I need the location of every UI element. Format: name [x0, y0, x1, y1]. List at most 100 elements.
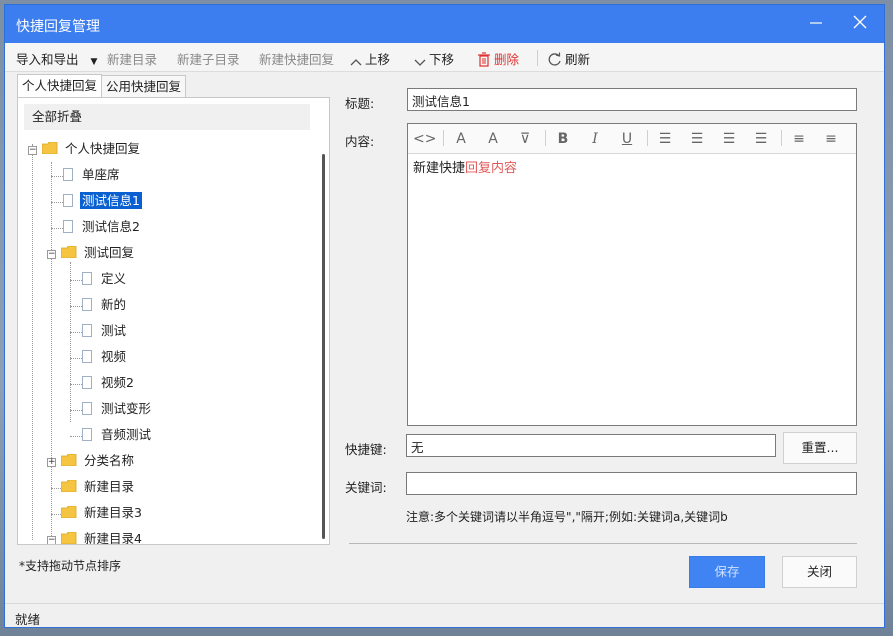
tree-panel: 全部折叠 − 个人快捷回复 单座席 测试信息1 测试信息2 − 测试回复 定义 … — [17, 97, 330, 545]
tree-node-label: 个人快捷回复 — [65, 141, 141, 156]
collapse-toggle-icon[interactable]: − — [47, 250, 56, 259]
document-icon — [63, 194, 73, 207]
new-reply-button[interactable]: 新建快捷回复 — [259, 49, 334, 68]
minimize-button[interactable] — [807, 15, 825, 33]
document-icon — [63, 220, 73, 233]
delete-label: 删除 — [494, 52, 520, 67]
keyword-note: 注意:多个关键词请以半角逗号","隔开;例如:关键词a,关键词b — [406, 510, 728, 524]
title-bar: 快捷回复管理 — [5, 5, 884, 43]
title-input[interactable]: 测试信息1 — [407, 88, 857, 111]
tree-node[interactable]: 测试信息2 — [63, 216, 142, 238]
editor-divider — [781, 130, 782, 146]
dropdown-arrow-icon: ▼ — [90, 57, 98, 67]
tree-folder-node[interactable]: 测试回复 — [60, 242, 136, 264]
underline-icon[interactable]: U — [617, 130, 637, 148]
close-button[interactable]: 关闭 — [782, 556, 857, 588]
tree-node[interactable]: 单座席 — [63, 164, 122, 186]
tree-connector — [70, 262, 71, 422]
new-dir-button[interactable]: 新建目录 — [107, 49, 157, 68]
save-button[interactable]: 保存 — [689, 556, 765, 588]
bold-icon[interactable]: B — [553, 130, 573, 148]
tree-node-label: 视频 — [101, 349, 127, 364]
tree-node-label: 测试信息1 — [80, 192, 142, 209]
content-text: 新建快捷 — [413, 161, 466, 176]
tree-node[interactable]: 测试 — [82, 320, 128, 342]
tree-node-label: 视频2 — [101, 375, 134, 390]
tree-node-label: 测试 — [101, 323, 127, 338]
expand-toggle-icon[interactable]: + — [47, 458, 56, 467]
content-text-red: 回复内容 — [465, 161, 518, 176]
tab-personal-replies[interactable]: 个人快捷回复 — [17, 74, 103, 98]
tree-folder-node[interactable]: 新建目录 — [60, 476, 136, 498]
tree-node-label: 测试变形 — [101, 401, 152, 416]
font-size-icon[interactable]: A — [451, 130, 471, 148]
tree-node-label: 测试回复 — [84, 245, 135, 260]
move-down-button[interactable]: 下移 — [414, 49, 454, 68]
document-icon — [82, 272, 92, 285]
unordered-list-icon[interactable]: ☰ — [687, 130, 707, 148]
outdent-icon[interactable]: ☰ — [719, 130, 739, 148]
collapse-toggle-icon[interactable]: − — [47, 536, 56, 544]
tree-node-label: 定义 — [101, 271, 127, 286]
delete-button[interactable]: 删除 — [477, 49, 519, 68]
document-icon — [82, 428, 92, 441]
keyword-input[interactable] — [406, 472, 857, 495]
document-icon — [82, 324, 92, 337]
folder-icon — [60, 503, 77, 519]
folder-icon — [60, 529, 77, 544]
toolbar: 导入和导出 ▼ 新建目录 新建子目录 新建快捷回复 上移 下移 删除 刷新 — [5, 43, 884, 72]
tree-node[interactable]: 视频 — [82, 346, 128, 368]
content-editor[interactable]: <> A A ⊽ B I U ☰ ☰ ☰ ☰ ≡ ≡ 新建快捷回复内容 — [407, 123, 857, 426]
tree-folder-node[interactable]: 新建目录3 — [60, 502, 144, 524]
refresh-label: 刷新 — [565, 52, 591, 67]
document-icon — [82, 376, 92, 389]
toolbar-divider — [537, 50, 538, 66]
divider — [349, 543, 857, 544]
indent-icon[interactable]: ☰ — [751, 130, 771, 148]
move-up-button[interactable]: 上移 — [350, 49, 390, 68]
tree-folder-node[interactable]: 新建目录4 — [60, 528, 144, 544]
new-subdir-button[interactable]: 新建子目录 — [177, 49, 240, 68]
move-up-label: 上移 — [365, 52, 391, 67]
close-window-button[interactable] — [851, 15, 869, 33]
chevron-down-icon — [414, 59, 426, 66]
highlight-icon[interactable]: ⊽ — [515, 130, 535, 148]
document-icon — [82, 298, 92, 311]
reset-hotkey-button[interactable]: 重置... — [783, 432, 857, 464]
hotkey-label: 快捷键: — [345, 442, 387, 457]
status-text: 就绪 — [15, 612, 41, 627]
collapse-all-button[interactable]: 全部折叠 — [24, 104, 310, 130]
font-color-icon[interactable]: A — [483, 130, 503, 148]
document-icon — [82, 402, 92, 415]
folder-icon — [60, 243, 77, 259]
tree-node[interactable]: 测试变形 — [82, 398, 153, 420]
ordered-list-icon[interactable]: ☰ — [655, 130, 675, 148]
source-code-icon[interactable]: <> — [413, 130, 436, 148]
tree-node-selected[interactable]: 测试信息1 — [63, 190, 142, 212]
tree-node[interactable]: 视频2 — [82, 372, 136, 394]
hotkey-input[interactable]: 无 — [406, 434, 776, 457]
folder-icon — [41, 139, 58, 155]
import-export-menu[interactable]: 导入和导出 ▼ — [16, 49, 97, 68]
refresh-button[interactable]: 刷新 — [547, 49, 590, 68]
tree-node-label: 音频测试 — [101, 427, 152, 442]
italic-icon[interactable]: I — [585, 130, 605, 148]
align-center-icon[interactable]: ≡ — [821, 130, 841, 148]
minimize-icon — [810, 22, 822, 24]
editor-divider — [443, 130, 444, 146]
tree-node[interactable]: 音频测试 — [82, 424, 153, 446]
editor-content[interactable]: 新建快捷回复内容 — [413, 157, 517, 176]
tree-root-node[interactable]: 个人快捷回复 — [41, 138, 142, 160]
tree-folder-node[interactable]: 分类名称 — [60, 450, 136, 472]
tab-public-replies[interactable]: 公用快捷回复 — [101, 75, 187, 97]
chevron-up-icon — [350, 59, 362, 66]
align-left-icon[interactable]: ≡ — [789, 130, 809, 148]
tree-node[interactable]: 定义 — [82, 268, 128, 290]
tree-scrollbar[interactable] — [322, 154, 325, 539]
tree-connector — [32, 144, 33, 540]
status-bar: 就绪 — [5, 603, 884, 627]
tree-connector — [51, 162, 52, 544]
tree-node-label: 分类名称 — [84, 453, 135, 468]
collapse-toggle-icon[interactable]: − — [28, 146, 37, 155]
tree-node[interactable]: 新的 — [82, 294, 128, 316]
